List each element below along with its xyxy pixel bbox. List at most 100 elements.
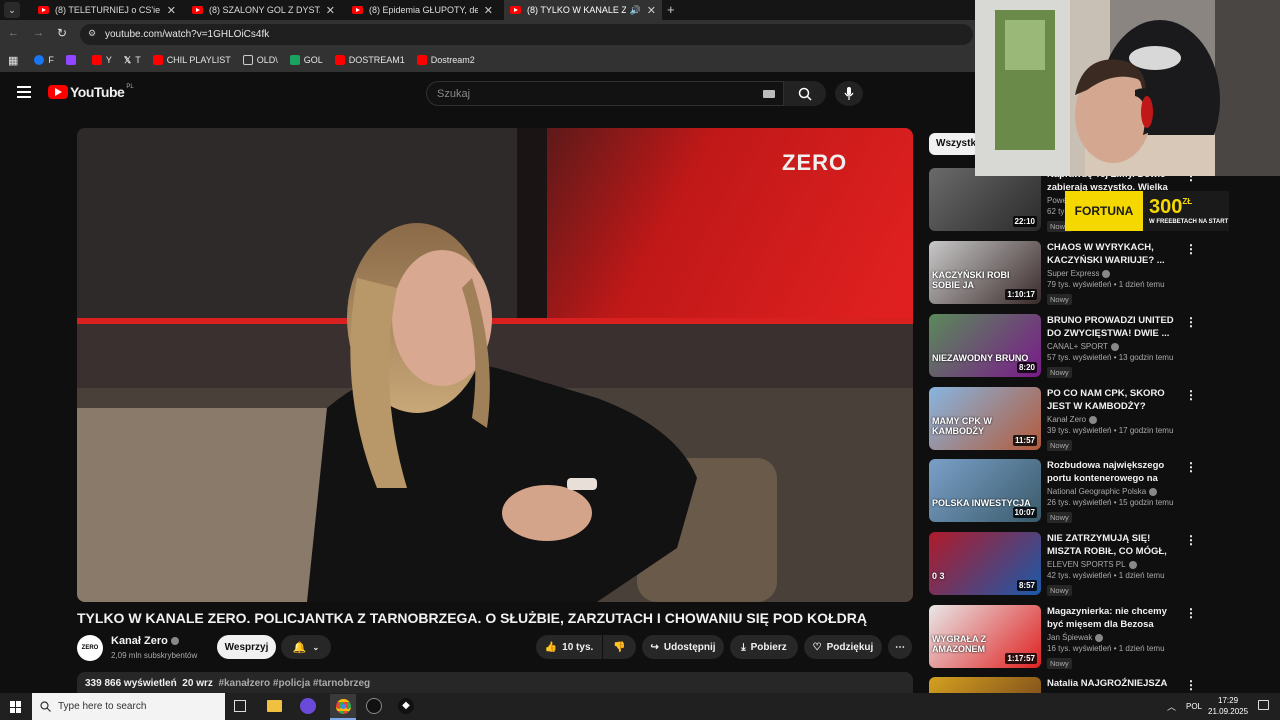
recommendation-thumbnail[interactable]: POLSKA INWESTYCJA 10:07: [929, 459, 1041, 522]
recommendation-item[interactable]: KACZYŃSKI ROBI SOBIE JA 1:10:17 CHAOS W WY…: [929, 241, 1197, 307]
windows-start-icon[interactable]: [10, 701, 22, 713]
bookmark-dostream2[interactable]: Dostream2: [416, 55, 475, 65]
recommendation-item[interactable]: WYGRAŁA Z AMAZONEM 1:17:57 Magazynierka: n…: [929, 605, 1197, 671]
address-bar[interactable]: ⚙ youtube.com/watch?v=1GHLOiCs4fk: [80, 24, 973, 45]
recommendation-channel[interactable]: CANAL+ SPORT: [1047, 342, 1179, 351]
file-explorer-icon[interactable]: [267, 700, 282, 712]
notifications-icon[interactable]: [1258, 700, 1269, 710]
channel-avatar[interactable]: ZERO: [77, 635, 103, 661]
more-options-icon[interactable]: ⋮: [1185, 461, 1197, 473]
video-player[interactable]: ZERO: [77, 128, 913, 602]
forward-arrow-icon[interactable]: →: [33, 27, 44, 39]
youtube-favicon-icon: [38, 6, 49, 14]
verified-badge-icon: [1128, 560, 1137, 569]
channel-name[interactable]: Kanał Zero: [111, 635, 179, 647]
close-tab-icon[interactable]: ✕: [167, 4, 176, 17]
voice-search-button[interactable]: [835, 81, 863, 106]
recommendation-title[interactable]: Magazynierka: nie chcemy być mięsem dla …: [1047, 605, 1179, 631]
dislike-button[interactable]: 👎: [603, 635, 636, 659]
recommendation-channel[interactable]: National Geographic Polska: [1047, 487, 1179, 496]
keyboard-icon[interactable]: [763, 90, 775, 98]
recommendation-title[interactable]: Rozbudowa największego portu kontenerowe…: [1047, 459, 1179, 485]
browser-tab-3[interactable]: (8) Epidemia GŁUPOTY, dekonc✕: [346, 0, 499, 20]
recommendation-item[interactable]: MAMY CPK W KAMBODŻY 11:57 PO CO NAM CPK, S…: [929, 387, 1197, 453]
close-tab-icon[interactable]: ✕: [647, 4, 656, 17]
thanks-button[interactable]: ♡ Podziękuj: [804, 635, 882, 659]
system-tray-chevron-icon[interactable]: ︿: [1167, 700, 1176, 713]
back-arrow-icon[interactable]: ←: [8, 27, 19, 39]
bookmark-gol[interactable]: GOL: [289, 55, 323, 65]
recommendation-title[interactable]: Natalia NAJGROŹNIEJSZA: [1047, 677, 1179, 690]
browser-tab-active[interactable]: (8) TYLKO W KANALE ZERO🔊✕: [504, 0, 662, 20]
browser-tab-1[interactable]: (8) TELETURNIEJ o CS'ie (Izak, T✕: [32, 0, 182, 20]
recommendation-thumbnail[interactable]: MAMY CPK W KAMBODŻY 11:57: [929, 387, 1041, 450]
recommendation-channel[interactable]: ELEVEN SPORTS PL: [1047, 560, 1179, 569]
recommendation-meta: 26 tys. wyświetleń • 15 godzin temu: [1047, 498, 1174, 507]
new-badge: Nowy: [1047, 367, 1072, 378]
recommendation-channel[interactable]: Jan Śpiewak: [1047, 633, 1179, 642]
share-button[interactable]: ↪ Udostępnij: [642, 635, 724, 659]
video-duration: 22:10: [1012, 216, 1037, 227]
support-button[interactable]: Wesprzyj: [217, 635, 276, 659]
youtube-logo[interactable]: YouTube PL: [48, 84, 134, 100]
obs-icon[interactable]: [366, 698, 382, 714]
verified-badge-icon: [1110, 342, 1119, 351]
bookmark-twitch[interactable]: [65, 55, 80, 65]
hamburger-menu-icon[interactable]: [17, 86, 31, 98]
thanks-heart-icon: ♡: [812, 641, 822, 653]
download-button[interactable]: ⤓ Pobierz: [730, 635, 798, 659]
reload-icon[interactable]: ↻: [57, 26, 67, 40]
bookmark-x[interactable]: 𝕏T: [124, 55, 141, 66]
search-button[interactable]: [784, 81, 826, 106]
site-info-icon[interactable]: ⚙: [88, 28, 96, 39]
tab-search-chevron-icon[interactable]: ⌄: [4, 2, 20, 18]
recommendation-title[interactable]: PO CO NAM CPK, SKORO JEST W KAMBODŻY?: [1047, 387, 1179, 413]
browser-tab-2[interactable]: (8) SZALONY GOL Z DYSTANSU✕: [186, 0, 341, 20]
recommendation-item[interactable]: NIEZAWODNY BRUNO 8:20 BRUNO PROWADZI UNITE…: [929, 314, 1197, 380]
notifications-bell-button[interactable]: 🔔 ⌄: [281, 635, 331, 659]
search-input[interactable]: Szukaj: [426, 81, 784, 106]
bookmark-facebook[interactable]: F: [34, 55, 54, 65]
more-options-icon[interactable]: ⋮: [1185, 316, 1197, 328]
new-tab-button[interactable]: +: [667, 2, 675, 17]
app-icon-1[interactable]: [300, 698, 316, 714]
more-actions-button[interactable]: ⋯: [888, 635, 912, 659]
bookmark-youtube[interactable]: Y: [91, 55, 112, 65]
close-tab-icon[interactable]: ✕: [484, 4, 493, 17]
gol-icon: [289, 55, 300, 65]
recommendation-thumbnail[interactable]: 22:10: [929, 168, 1041, 231]
filter-chip-all[interactable]: Wszystki: [929, 133, 979, 155]
more-options-icon[interactable]: ⋮: [1185, 679, 1197, 691]
language-indicator[interactable]: POL: [1186, 702, 1202, 711]
clock-time[interactable]: 17:29: [1218, 696, 1238, 705]
recommendation-title[interactable]: CHAOS W WYRYKACH, KACZYŃSKI WARIUJE? ...: [1047, 241, 1179, 267]
recommendation-thumbnail[interactable]: KACZYŃSKI ROBI SOBIE JA 1:10:17: [929, 241, 1041, 304]
close-tab-icon[interactable]: ✕: [326, 4, 335, 17]
recommendation-channel[interactable]: Kanał Zero: [1047, 415, 1179, 424]
recommendation-thumbnail[interactable]: 0 3 8:57: [929, 532, 1041, 595]
taskbar-search-input[interactable]: Type here to search: [32, 693, 225, 720]
more-options-icon[interactable]: ⋮: [1185, 607, 1197, 619]
bookmark-dostream1[interactable]: DOSTREAM1: [334, 55, 405, 65]
bookmark-chil-playlist[interactable]: CHIL PLAYLIST: [152, 55, 231, 65]
recommendation-item[interactable]: POLSKA INWESTYCJA 10:07 Rozbudowa najwięks…: [929, 459, 1197, 525]
apps-grid-icon[interactable]: ▦: [8, 54, 18, 67]
chrome-icon[interactable]: [330, 694, 356, 720]
recommendation-title[interactable]: BRUNO PROWADZI UNITED DO ZWYCIĘSTWA! DWI…: [1047, 314, 1179, 340]
subscriber-count: 2,09 mln subskrybentów: [111, 651, 198, 660]
like-button[interactable]: 👍 10 tys.: [536, 635, 602, 659]
hashtags[interactable]: #kanałzero #policja #tarnobrzeg: [218, 678, 370, 689]
bookmark-folder-old[interactable]: OLD\: [242, 55, 278, 65]
audio-playing-icon[interactable]: 🔊: [630, 5, 641, 16]
more-options-icon[interactable]: ⋮: [1185, 389, 1197, 401]
recommendation-channel[interactable]: Super Express: [1047, 269, 1179, 278]
recommendation-thumbnail[interactable]: NIEZAWODNY BRUNO 8:20: [929, 314, 1041, 377]
app-icon-2[interactable]: ◆: [398, 698, 414, 714]
recommendation-thumbnail[interactable]: WYGRAŁA Z AMAZONEM 1:17:57: [929, 605, 1041, 668]
more-options-icon[interactable]: ⋮: [1185, 243, 1197, 255]
recommendation-title[interactable]: NIE ZATRZYMUJĄ SIĘ! MISZTA ROBIŁ, CO MÓG…: [1047, 532, 1179, 558]
more-options-icon[interactable]: ⋮: [1185, 534, 1197, 546]
task-view-icon[interactable]: [234, 700, 246, 712]
recommendation-item[interactable]: 0 3 8:57 NIE ZATRZYMUJĄ SIĘ! MISZTA ROBIŁ,…: [929, 532, 1197, 598]
clock-date[interactable]: 21.09.2025: [1208, 707, 1248, 716]
